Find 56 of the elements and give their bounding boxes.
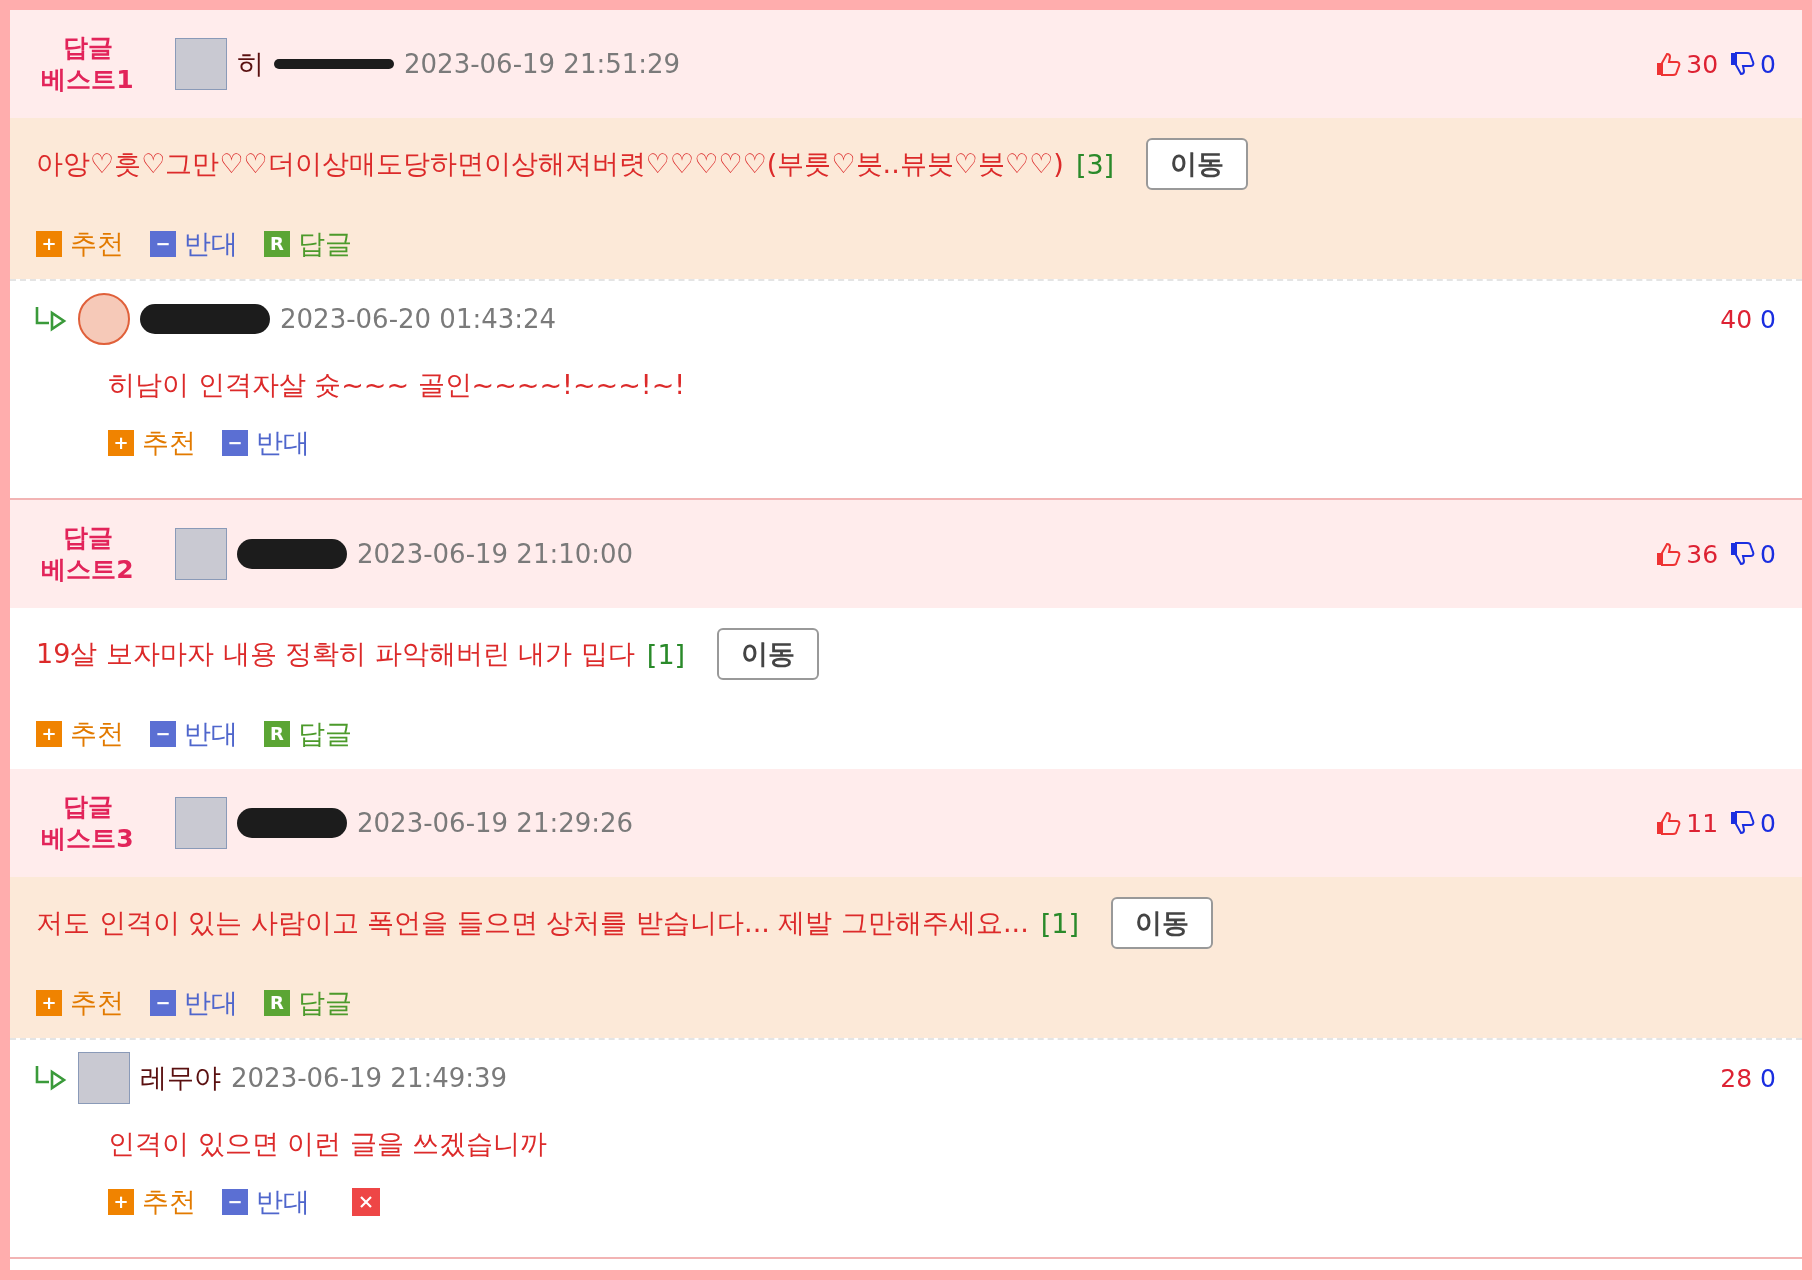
upvote-count: 30 — [1686, 49, 1719, 79]
recommend-link[interactable]: + 추천 — [108, 425, 196, 461]
reply-link[interactable]: R 답글 — [264, 716, 352, 752]
oppose-link[interactable]: − 반대 — [150, 985, 238, 1021]
upvote-count: 40 — [1720, 304, 1753, 334]
reply-count: [1] — [646, 638, 686, 670]
comment-text: 인격이 있으면 이런 글을 쓰겠습니까 — [108, 1128, 548, 1159]
thumbs-up-icon — [1654, 809, 1683, 837]
comment-date: 2023-06-19 21:51:29 — [404, 49, 681, 79]
best-badge-label: 베스트2 — [41, 554, 134, 586]
author-name[interactable]: 레무야 — [140, 1060, 221, 1096]
reply-link[interactable]: R 답글 — [264, 985, 352, 1021]
reply-count: [3] — [1075, 148, 1115, 180]
reply-arrow-icon — [34, 304, 68, 334]
comment-text: 19살 보자마자 내용 정확히 파악해버린 내가 밉다 — [36, 637, 635, 671]
upvote-count: 28 — [1720, 1063, 1753, 1093]
downvote-count: 0 — [1760, 49, 1776, 79]
recommend-link[interactable]: + 추천 — [108, 1184, 196, 1220]
comment-date: 2023-06-19 21:49:39 — [231, 1063, 508, 1093]
author-name[interactable]: 히 — [237, 46, 264, 82]
best-badge-label: 답글 — [62, 521, 113, 554]
best-badge-label: 답글 — [62, 790, 113, 823]
comment-text: 저도 인격이 있는 사람이고 폭언을 들으면 상처를 받습니다... 제발 그만해주세요... — [36, 906, 1029, 940]
downvote-count: 0 — [1760, 304, 1776, 334]
oppose-link[interactable]: − 반대 — [222, 425, 310, 461]
upvote-count: 36 — [1686, 539, 1719, 569]
recommend-link[interactable]: + 추천 — [36, 985, 124, 1021]
oppose-link[interactable]: − 반대 — [222, 1184, 310, 1220]
thumbs-down-icon — [1728, 50, 1757, 78]
oppose-link[interactable]: − 반대 — [150, 716, 238, 752]
move-button[interactable]: 이동 — [1146, 138, 1249, 190]
comment-date: 2023-06-20 01:43:24 — [280, 304, 557, 334]
thumbs-up-icon — [1654, 540, 1683, 568]
thumbs-down-icon — [1728, 809, 1757, 837]
move-button[interactable]: 이동 — [1111, 897, 1213, 949]
comment-text: 아앙♡흣♡그만♡♡더이상매도당하면이상해져버렷♡♡♡♡♡(부릇♡븟..뷰븟♡븟♡♡) — [36, 147, 1064, 181]
best-badge-label: 답글 — [62, 31, 113, 64]
comment-date: 2023-06-19 21:10:00 — [357, 539, 634, 569]
oppose-link[interactable]: − 반대 — [150, 226, 238, 262]
delete-icon[interactable] — [352, 1188, 380, 1216]
reply-link[interactable]: R 답글 — [264, 226, 352, 262]
move-button[interactable]: 이동 — [717, 628, 820, 680]
recommend-link[interactable]: + 추천 — [36, 226, 124, 262]
reply-arrow-icon — [34, 1063, 68, 1093]
comment-date: 2023-06-19 21:29:26 — [357, 808, 634, 838]
downvote-count: 0 — [1760, 539, 1776, 569]
downvote-count: 0 — [1760, 808, 1776, 838]
best-badge-label: 베스트3 — [41, 823, 134, 855]
thumbs-down-icon — [1728, 540, 1757, 568]
best-badge-label: 베스트1 — [41, 64, 134, 96]
comment-text: 히남이 인격자살 슛~~~ 골인~~~~!~~~!~! — [108, 369, 686, 400]
reply-count: [1] — [1040, 907, 1079, 939]
downvote-count: 0 — [1760, 1063, 1776, 1093]
recommend-link[interactable]: + 추천 — [36, 716, 124, 752]
upvote-count: 11 — [1686, 808, 1719, 838]
thumbs-up-icon — [1654, 50, 1683, 78]
